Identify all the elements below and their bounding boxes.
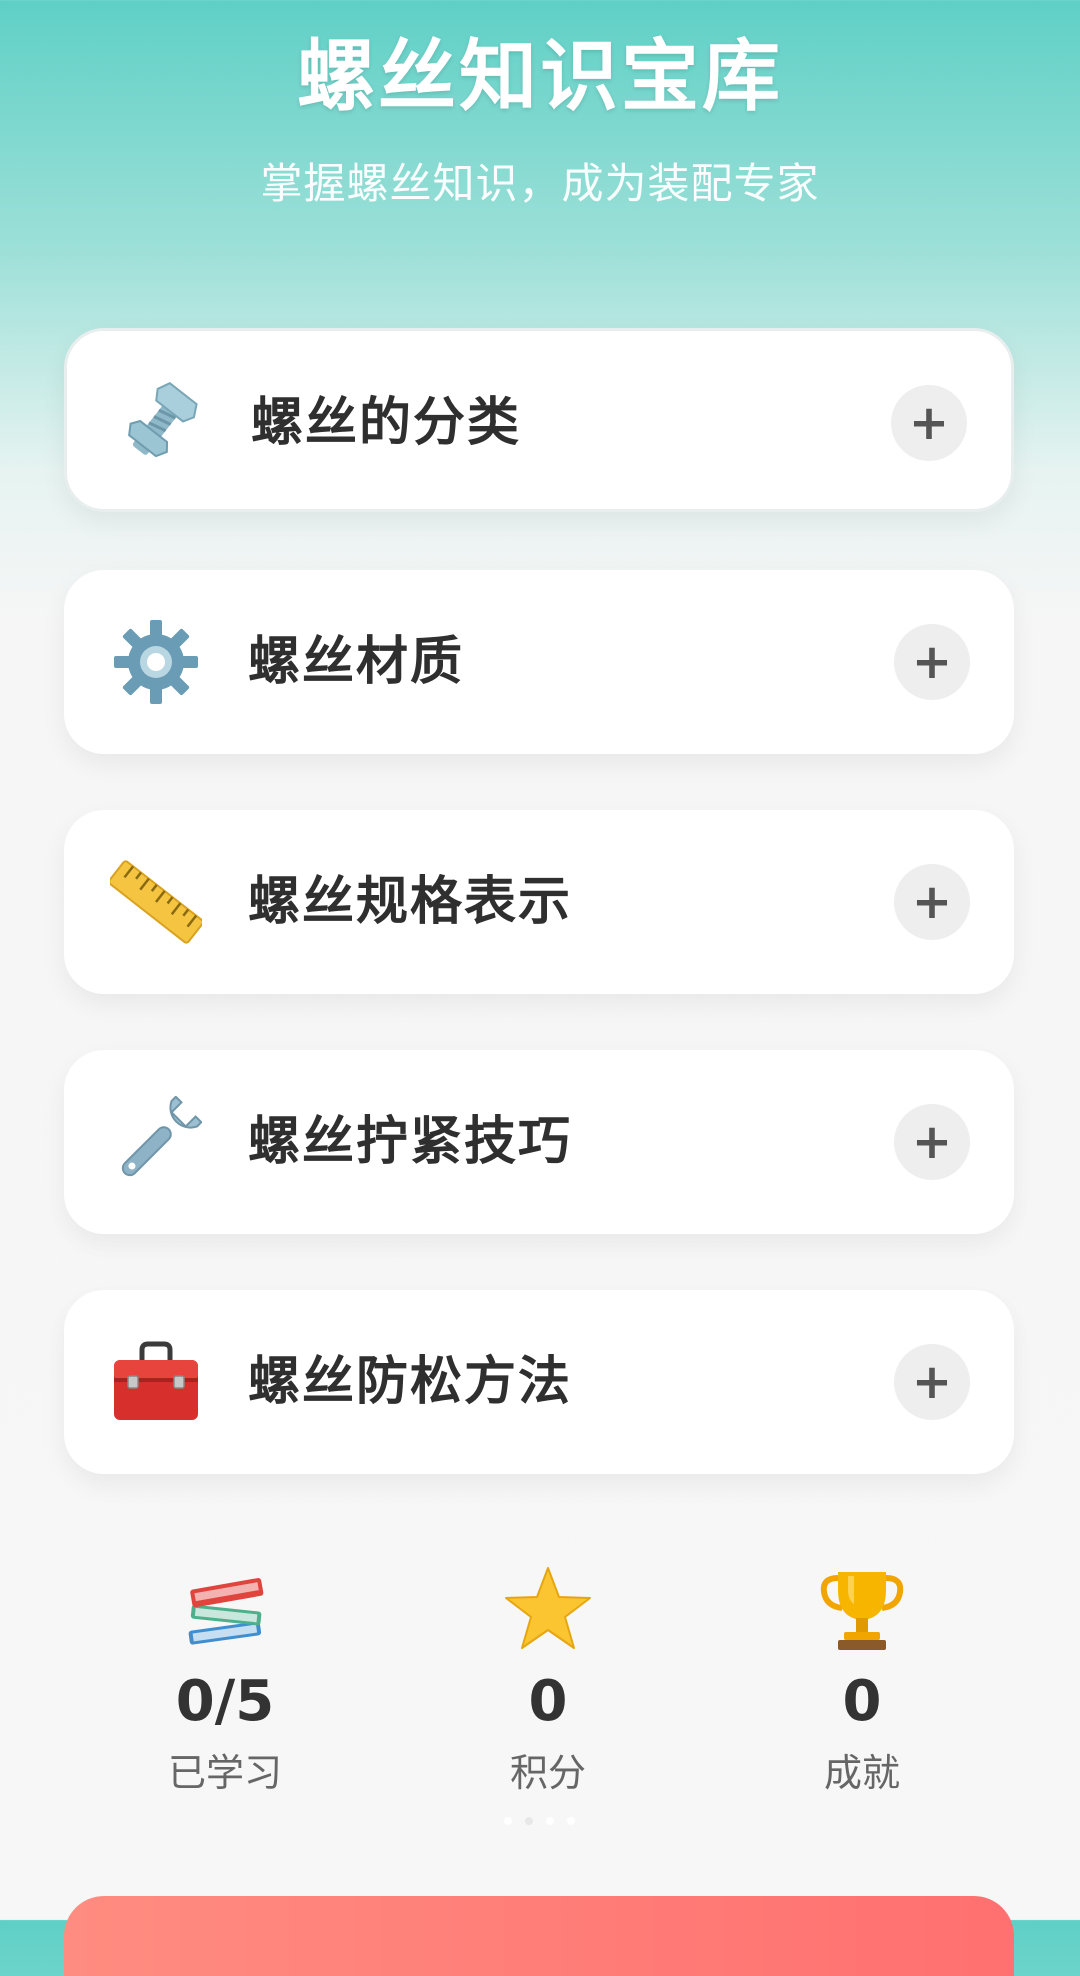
wrench-icon <box>121 1096 202 1177</box>
topic-card-tightening[interactable]: 螺丝拧紧技巧 + <box>64 1050 1014 1234</box>
topic-label: 螺丝规格表示 <box>248 872 573 932</box>
topic-card-material[interactable]: 螺丝材质 + <box>64 570 1014 754</box>
header: 螺丝知识宝库 掌握螺丝知识，成为装配专家 <box>0 0 1080 240</box>
page-dot <box>546 1817 555 1825</box>
page-title: 螺丝知识宝库 <box>296 32 783 122</box>
stat-value: 0 <box>842 1669 882 1734</box>
stat-value: 0/5 <box>175 1669 275 1734</box>
topic-label: 螺丝防松方法 <box>248 1352 573 1412</box>
stat-learned: 0/5 已学习 <box>115 1564 335 1796</box>
ruler-icon <box>110 860 202 944</box>
page-indicator <box>500 1810 580 1825</box>
nut-and-bolt-icon <box>128 382 198 458</box>
page-subtitle: 掌握螺丝知识，成为装配专家 <box>260 159 820 208</box>
expand-button[interactable]: + <box>894 864 970 940</box>
topic-card-classification[interactable]: 螺丝的分类 + <box>64 328 1014 512</box>
expand-button[interactable]: + <box>894 1344 970 1420</box>
expand-button[interactable]: + <box>894 624 970 700</box>
start-button[interactable] <box>64 1896 1014 1976</box>
page-dot <box>567 1817 576 1825</box>
toolbox-icon <box>114 1341 198 1420</box>
stat-label: 成就 <box>823 1751 900 1795</box>
stat-label: 积分 <box>509 1751 586 1795</box>
topic-card-anti-loosening[interactable]: 螺丝防松方法 + <box>64 1290 1014 1474</box>
topic-label: 螺丝材质 <box>248 632 465 692</box>
trophy-icon <box>820 1572 904 1650</box>
stat-points: 0 积分 <box>438 1564 658 1796</box>
stat-value: 0 <box>528 1669 568 1734</box>
gear-icon <box>114 620 198 704</box>
expand-button[interactable]: + <box>891 385 967 461</box>
stat-achievements: 0 成就 <box>752 1564 972 1796</box>
topic-label: 螺丝的分类 <box>251 393 522 453</box>
stat-label: 已学习 <box>167 1751 282 1795</box>
expand-button[interactable]: + <box>894 1104 970 1180</box>
page-dot <box>504 1817 512 1825</box>
topic-label: 螺丝拧紧技巧 <box>248 1112 573 1172</box>
books-icon <box>188 1578 264 1645</box>
page-dot-active <box>525 1817 534 1825</box>
topic-card-specification[interactable]: 螺丝规格表示 + <box>64 810 1014 994</box>
star-icon <box>505 1567 591 1649</box>
